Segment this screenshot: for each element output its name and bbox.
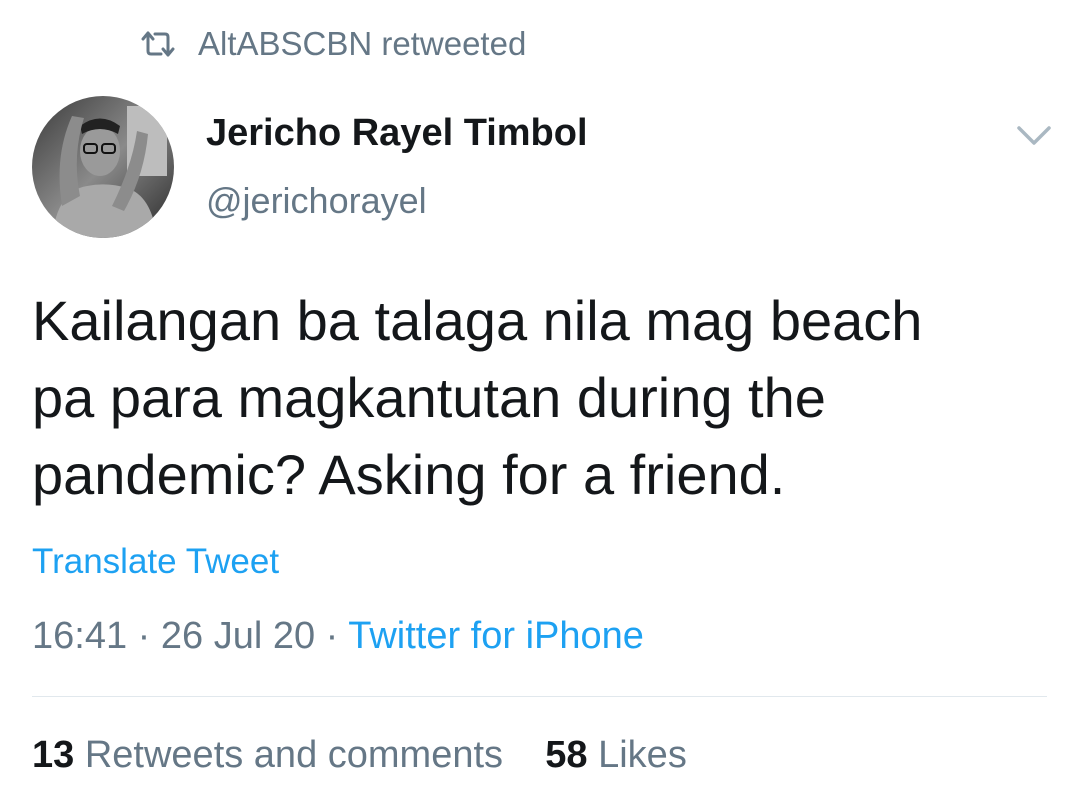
retweets-count: 13 — [32, 734, 75, 776]
retweets-stat[interactable]: 13 Retweets and comments — [32, 734, 503, 776]
retweets-label: Retweets and comments — [84, 734, 504, 776]
tweet-metadata: 16:41 · 26 Jul 20 · Twitter for iPhone — [32, 615, 644, 658]
likes-count: 58 — [545, 734, 588, 776]
avatar[interactable] — [32, 96, 174, 238]
retweet-icon — [141, 31, 175, 57]
tweet-time: 16:41 — [32, 615, 128, 657]
tweet-line: pa para magkantutan during the — [32, 366, 826, 429]
tweet-stats: 13 Retweets and comments 58 Likes — [32, 734, 687, 777]
likes-stat[interactable]: 58 Likes — [545, 734, 687, 776]
tweet-date: 26 Jul 20 — [160, 615, 316, 657]
author-name[interactable]: Jericho Rayel Timbol — [206, 112, 588, 155]
translate-tweet-link[interactable]: Translate Tweet — [32, 542, 279, 582]
retweet-label: AltABSCBN retweeted — [198, 25, 527, 62]
likes-label: Likes — [598, 734, 687, 776]
tweet-text: Kailangan ba talaga nila mag beach pa pa… — [32, 282, 1042, 513]
tweet-line: Kailangan ba talaga nila mag beach — [32, 289, 923, 352]
chevron-down-icon[interactable] — [1015, 122, 1053, 150]
separator: · — [137, 615, 151, 657]
separator: · — [325, 615, 339, 657]
author-handle[interactable]: @jerichorayel — [206, 180, 427, 222]
tweet-source-link[interactable]: Twitter for iPhone — [348, 615, 644, 657]
retweet-header[interactable]: AltABSCBN retweeted — [140, 22, 526, 66]
tweet-line: pandemic? Asking for a friend. — [32, 443, 786, 506]
divider — [32, 696, 1047, 697]
